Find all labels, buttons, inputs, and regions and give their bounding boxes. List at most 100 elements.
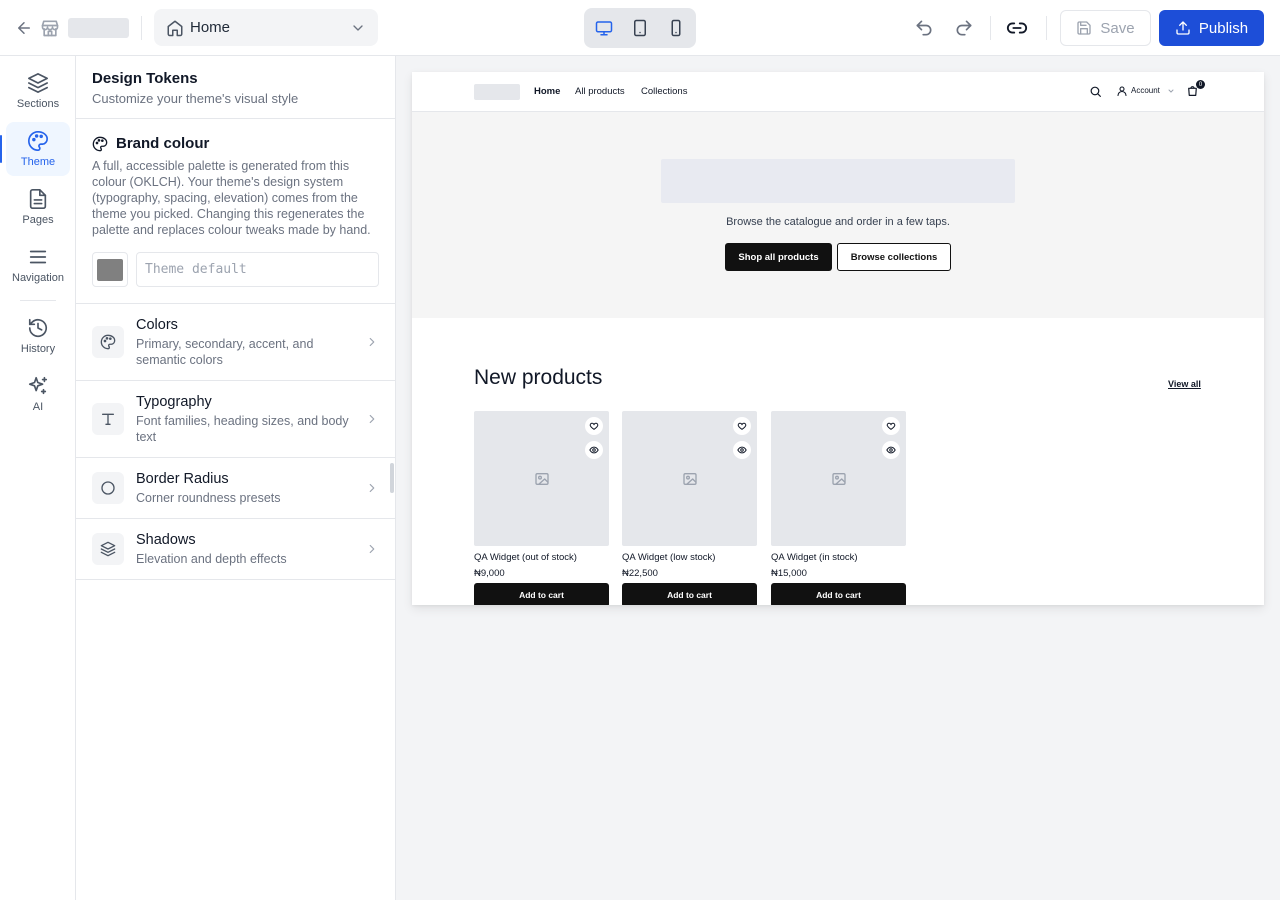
product-price: ₦9,000 (474, 568, 505, 579)
rail-item-label: History (20, 343, 56, 355)
storefront-logo-placeholder[interactable] (474, 84, 520, 100)
token-title: Shadows (136, 531, 196, 548)
heart-icon[interactable] (733, 417, 751, 435)
chevron-right-icon (365, 412, 379, 426)
menu-icon (27, 246, 49, 268)
rail-item-label: Theme (20, 156, 56, 168)
redo-button[interactable] (948, 12, 980, 44)
top-bar: Home Save Publish (0, 0, 1280, 56)
desktop-view-button[interactable] (588, 13, 620, 43)
storefront-nav-home[interactable]: Home (534, 86, 560, 97)
rail-item-label: Navigation (12, 272, 64, 284)
token-subtitle: Elevation and depth effects (136, 551, 287, 566)
product-name: QA Widget (in stock) (771, 552, 858, 563)
undo-button[interactable] (908, 12, 940, 44)
panel-resize-handle[interactable] (390, 463, 394, 493)
mobile-view-button[interactable] (660, 13, 692, 43)
add-to-cart-button[interactable]: Add to cart (474, 583, 609, 605)
chevron-down-icon (350, 20, 366, 36)
undo-icon (916, 20, 932, 36)
storefront-nav-collections[interactable]: Collections (641, 86, 687, 97)
search-icon[interactable] (1089, 85, 1103, 99)
product-card[interactable]: QA Widget (low stock) ₦22,500 Add to car… (622, 411, 757, 605)
rail-item-navigation[interactable]: Navigation (6, 238, 70, 292)
token-title: Colors (136, 316, 178, 333)
eye-icon[interactable] (585, 441, 603, 459)
left-rail: Sections Theme Pages Navigation History … (0, 56, 76, 900)
divider (1046, 16, 1047, 40)
upload-icon (1176, 21, 1190, 35)
brand-colour-swatch[interactable] (92, 252, 128, 287)
token-row-colors[interactable]: Colors Primary, secondary, accent, and s… (76, 304, 395, 381)
panel-header: Design Tokens Customize your theme's vis… (76, 56, 395, 119)
storefront-nav-all-products[interactable]: All products (575, 86, 625, 97)
tablet-view-button[interactable] (624, 13, 656, 43)
design-tokens-panel: Design Tokens Customize your theme's vis… (76, 56, 396, 900)
brand-colour-section: Brand colour A full, accessible palette … (76, 119, 395, 304)
redo-icon (956, 20, 972, 36)
image-icon (831, 471, 847, 487)
product-image-placeholder (771, 411, 906, 546)
chevron-down-icon (1167, 87, 1175, 95)
eye-icon[interactable] (733, 441, 751, 459)
user-icon[interactable] (1116, 85, 1130, 99)
brand-colour-title: Brand colour (116, 135, 210, 152)
document-icon (27, 188, 49, 210)
shop-all-products-button[interactable]: Shop all products (725, 243, 832, 271)
rail-item-sections[interactable]: Sections (6, 64, 70, 118)
layers-icon (92, 533, 124, 565)
rail-item-theme[interactable]: Theme (6, 122, 70, 176)
publish-button[interactable]: Publish (1159, 10, 1264, 46)
device-toggle-group (584, 8, 696, 48)
add-to-cart-button[interactable]: Add to cart (622, 583, 757, 605)
hero-subtitle: Browse the catalogue and order in a few … (726, 216, 950, 228)
product-card[interactable]: QA Widget (out of stock) ₦9,000 Add to c… (474, 411, 609, 605)
storefront-account-link[interactable]: Account (1131, 86, 1160, 95)
history-icon (27, 317, 49, 339)
sparkle-icon (27, 375, 49, 397)
save-icon (1077, 21, 1092, 35)
token-row-shadows[interactable]: Shadows Elevation and depth effects (76, 519, 395, 580)
token-row-typography[interactable]: Typography Font families, heading sizes,… (76, 381, 395, 458)
smartphone-icon (671, 19, 681, 37)
product-price: ₦15,000 (771, 568, 807, 579)
token-row-border-radius[interactable]: Border Radius Corner roundness presets (76, 458, 395, 519)
token-subtitle: Primary, secondary, accent, and semantic… (136, 336, 314, 367)
tablet-icon (634, 19, 646, 37)
browse-collections-button[interactable]: Browse collections (837, 243, 951, 271)
brand-colour-input[interactable] (136, 252, 379, 287)
preview-canvas: Home All products Collections Account 0 … (396, 56, 1280, 900)
monitor-icon (595, 21, 613, 36)
rail-divider (20, 300, 56, 301)
save-button[interactable]: Save (1060, 10, 1151, 46)
token-title: Border Radius (136, 470, 229, 487)
add-to-cart-button[interactable]: Add to cart (771, 583, 906, 605)
home-icon (166, 19, 184, 37)
circle-icon (92, 472, 124, 504)
product-name: QA Widget (low stock) (622, 552, 716, 563)
page-select[interactable]: Home (154, 9, 378, 46)
layers-icon (27, 72, 49, 94)
back-arrow-icon[interactable] (12, 16, 36, 40)
heart-icon[interactable] (882, 417, 900, 435)
chevron-right-icon (365, 335, 379, 349)
product-card[interactable]: QA Widget (in stock) ₦15,000 Add to cart (771, 411, 906, 605)
palette-icon (92, 326, 124, 358)
link-button[interactable] (1001, 12, 1033, 44)
token-subtitle: Font families, heading sizes, and body t… (136, 413, 349, 444)
new-products-heading: New products (474, 366, 603, 389)
heart-icon[interactable] (585, 417, 603, 435)
chevron-right-icon (365, 542, 379, 556)
brand-colour-heading: Brand colour (92, 135, 379, 152)
publish-label: Publish (1198, 19, 1249, 37)
storefront-preview-frame: Home All products Collections Account 0 … (412, 72, 1264, 605)
brand-colour-controls (92, 252, 379, 287)
eye-icon[interactable] (882, 441, 900, 459)
storefront-header: Home All products Collections Account 0 (412, 72, 1264, 112)
rail-item-history[interactable]: History (6, 309, 70, 363)
product-image-placeholder (622, 411, 757, 546)
rail-item-ai[interactable]: AI (6, 367, 70, 421)
rail-item-pages[interactable]: Pages (6, 180, 70, 234)
view-all-link[interactable]: View all (1168, 379, 1201, 389)
chevron-right-icon (365, 481, 379, 495)
